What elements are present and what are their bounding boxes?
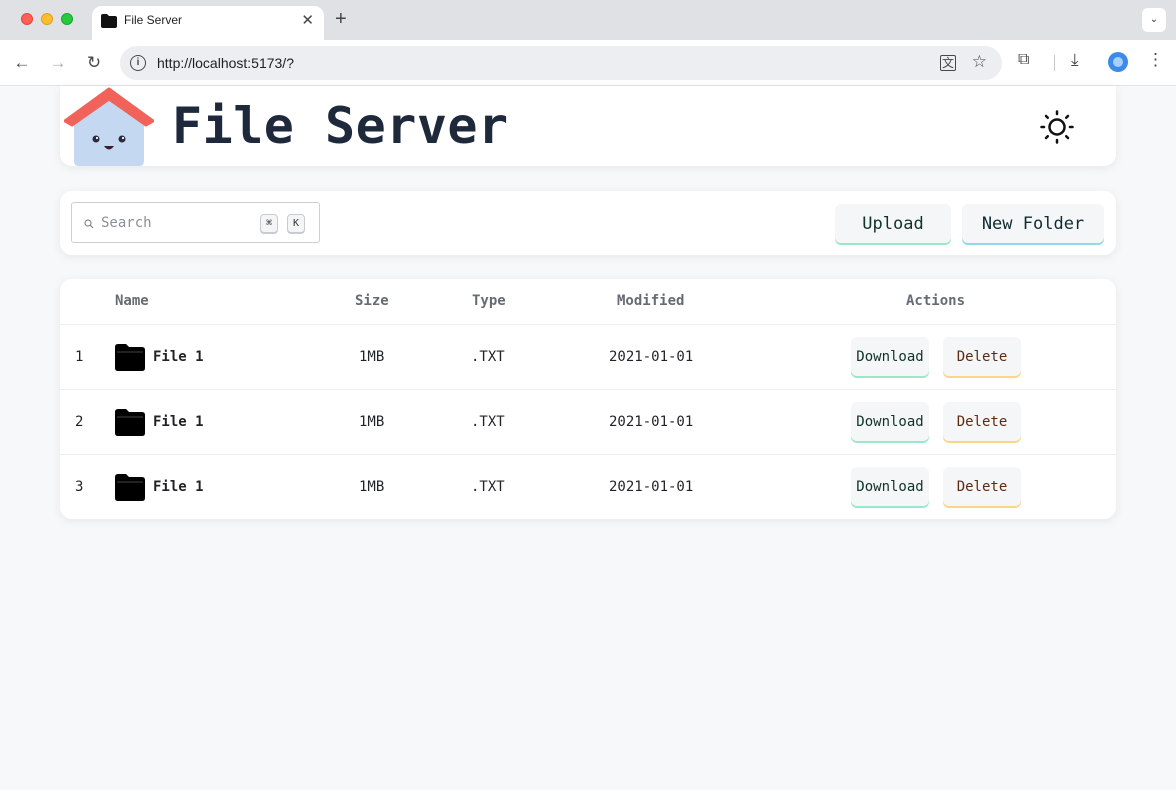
column-header-actions: Actions	[906, 293, 966, 309]
row-index: 2	[75, 414, 84, 430]
url-text[interactable]: http://localhost:5173/?	[157, 55, 294, 71]
translate-icon[interactable]: 文	[940, 55, 956, 71]
download-button[interactable]: Download	[851, 337, 929, 376]
extensions-icon[interactable]: ⧉	[1018, 51, 1029, 69]
file-type: .TXT	[471, 479, 505, 495]
column-header-size[interactable]: Size	[355, 293, 389, 309]
browser-menu-icon[interactable]: ⋮	[1147, 50, 1164, 70]
folder-icon	[101, 14, 117, 33]
new-folder-button[interactable]: New Folder	[962, 204, 1104, 243]
file-name[interactable]: File 1	[153, 414, 204, 430]
shortcut-k-key: K	[287, 214, 305, 233]
search-box[interactable]: ⌘ K	[71, 202, 320, 243]
search-icon	[84, 216, 94, 229]
address-bar[interactable]: i http://localhost:5173/? 文 ☆	[120, 46, 1002, 80]
file-modified: 2021-01-01	[609, 479, 694, 495]
browser-tab[interactable]: File Server ✕	[92, 6, 324, 40]
app-header: File Server	[60, 86, 1116, 166]
download-button[interactable]: Download	[851, 402, 929, 441]
table-row[interactable]: 1 File 1 1MB .TXT 2021-01-01 Download De…	[60, 324, 1116, 389]
download-button[interactable]: Download	[851, 467, 929, 506]
tab-title: File Server	[124, 13, 183, 27]
file-name[interactable]: File 1	[153, 479, 204, 495]
folder-icon	[115, 473, 145, 506]
row-index: 1	[75, 349, 84, 365]
column-header-type[interactable]: Type	[472, 293, 506, 309]
close-icon[interactable]: ✕	[301, 11, 314, 29]
shortcut-cmd-key: ⌘	[260, 214, 278, 233]
profile-avatar-icon[interactable]	[1108, 52, 1128, 72]
folder-icon	[115, 343, 145, 376]
file-type: .TXT	[471, 349, 505, 365]
browser-toolbar: ← → ↻ i http://localhost:5173/? 文 ☆ ⧉ ⤓ …	[0, 40, 1176, 86]
delete-button[interactable]: Delete	[943, 337, 1021, 376]
search-input[interactable]	[101, 213, 251, 233]
bookmark-star-icon[interactable]: ☆	[972, 52, 987, 72]
file-modified: 2021-01-01	[609, 349, 694, 365]
table-row[interactable]: 2 File 1 1MB .TXT 2021-01-01 Download De…	[60, 389, 1116, 454]
column-header-name[interactable]: Name	[115, 293, 149, 309]
download-icon[interactable]: ⤓	[1071, 50, 1079, 70]
delete-button[interactable]: Delete	[943, 402, 1021, 441]
folder-icon	[115, 408, 145, 441]
window-close-button[interactable]	[21, 13, 33, 25]
new-tab-icon[interactable]: +	[335, 8, 347, 31]
window-minimize-button[interactable]	[41, 13, 53, 25]
delete-button[interactable]: Delete	[943, 467, 1021, 506]
table-row[interactable]: 3 File 1 1MB .TXT 2021-01-01 Download De…	[60, 454, 1116, 519]
file-size: 1MB	[359, 479, 385, 495]
window-maximize-button[interactable]	[61, 13, 73, 25]
file-size: 1MB	[359, 349, 385, 365]
app-title: File Server	[172, 97, 509, 155]
upload-button[interactable]: Upload	[835, 204, 951, 243]
file-modified: 2021-01-01	[609, 414, 694, 430]
back-icon[interactable]: ←	[11, 52, 33, 74]
file-table: Name Size Type Modified Actions 1 File 1…	[60, 279, 1116, 519]
sun-icon[interactable]	[1040, 110, 1074, 144]
column-header-modified[interactable]: Modified	[617, 293, 684, 309]
house-mascot-logo-icon	[63, 87, 155, 172]
row-index: 3	[75, 479, 84, 495]
file-name[interactable]: File 1	[153, 349, 204, 365]
action-bar: ⌘ K Upload New Folder	[60, 191, 1116, 255]
forward-icon[interactable]: →	[47, 52, 69, 74]
browser-tab-bar: File Server ✕ + ⌄	[0, 0, 1176, 40]
reload-icon[interactable]: ↻	[83, 52, 105, 74]
toolbar-divider	[1054, 55, 1055, 71]
file-type: .TXT	[471, 414, 505, 430]
site-info-icon[interactable]: i	[130, 55, 146, 71]
tab-search-icon[interactable]: ⌄	[1142, 8, 1166, 32]
file-size: 1MB	[359, 414, 385, 430]
